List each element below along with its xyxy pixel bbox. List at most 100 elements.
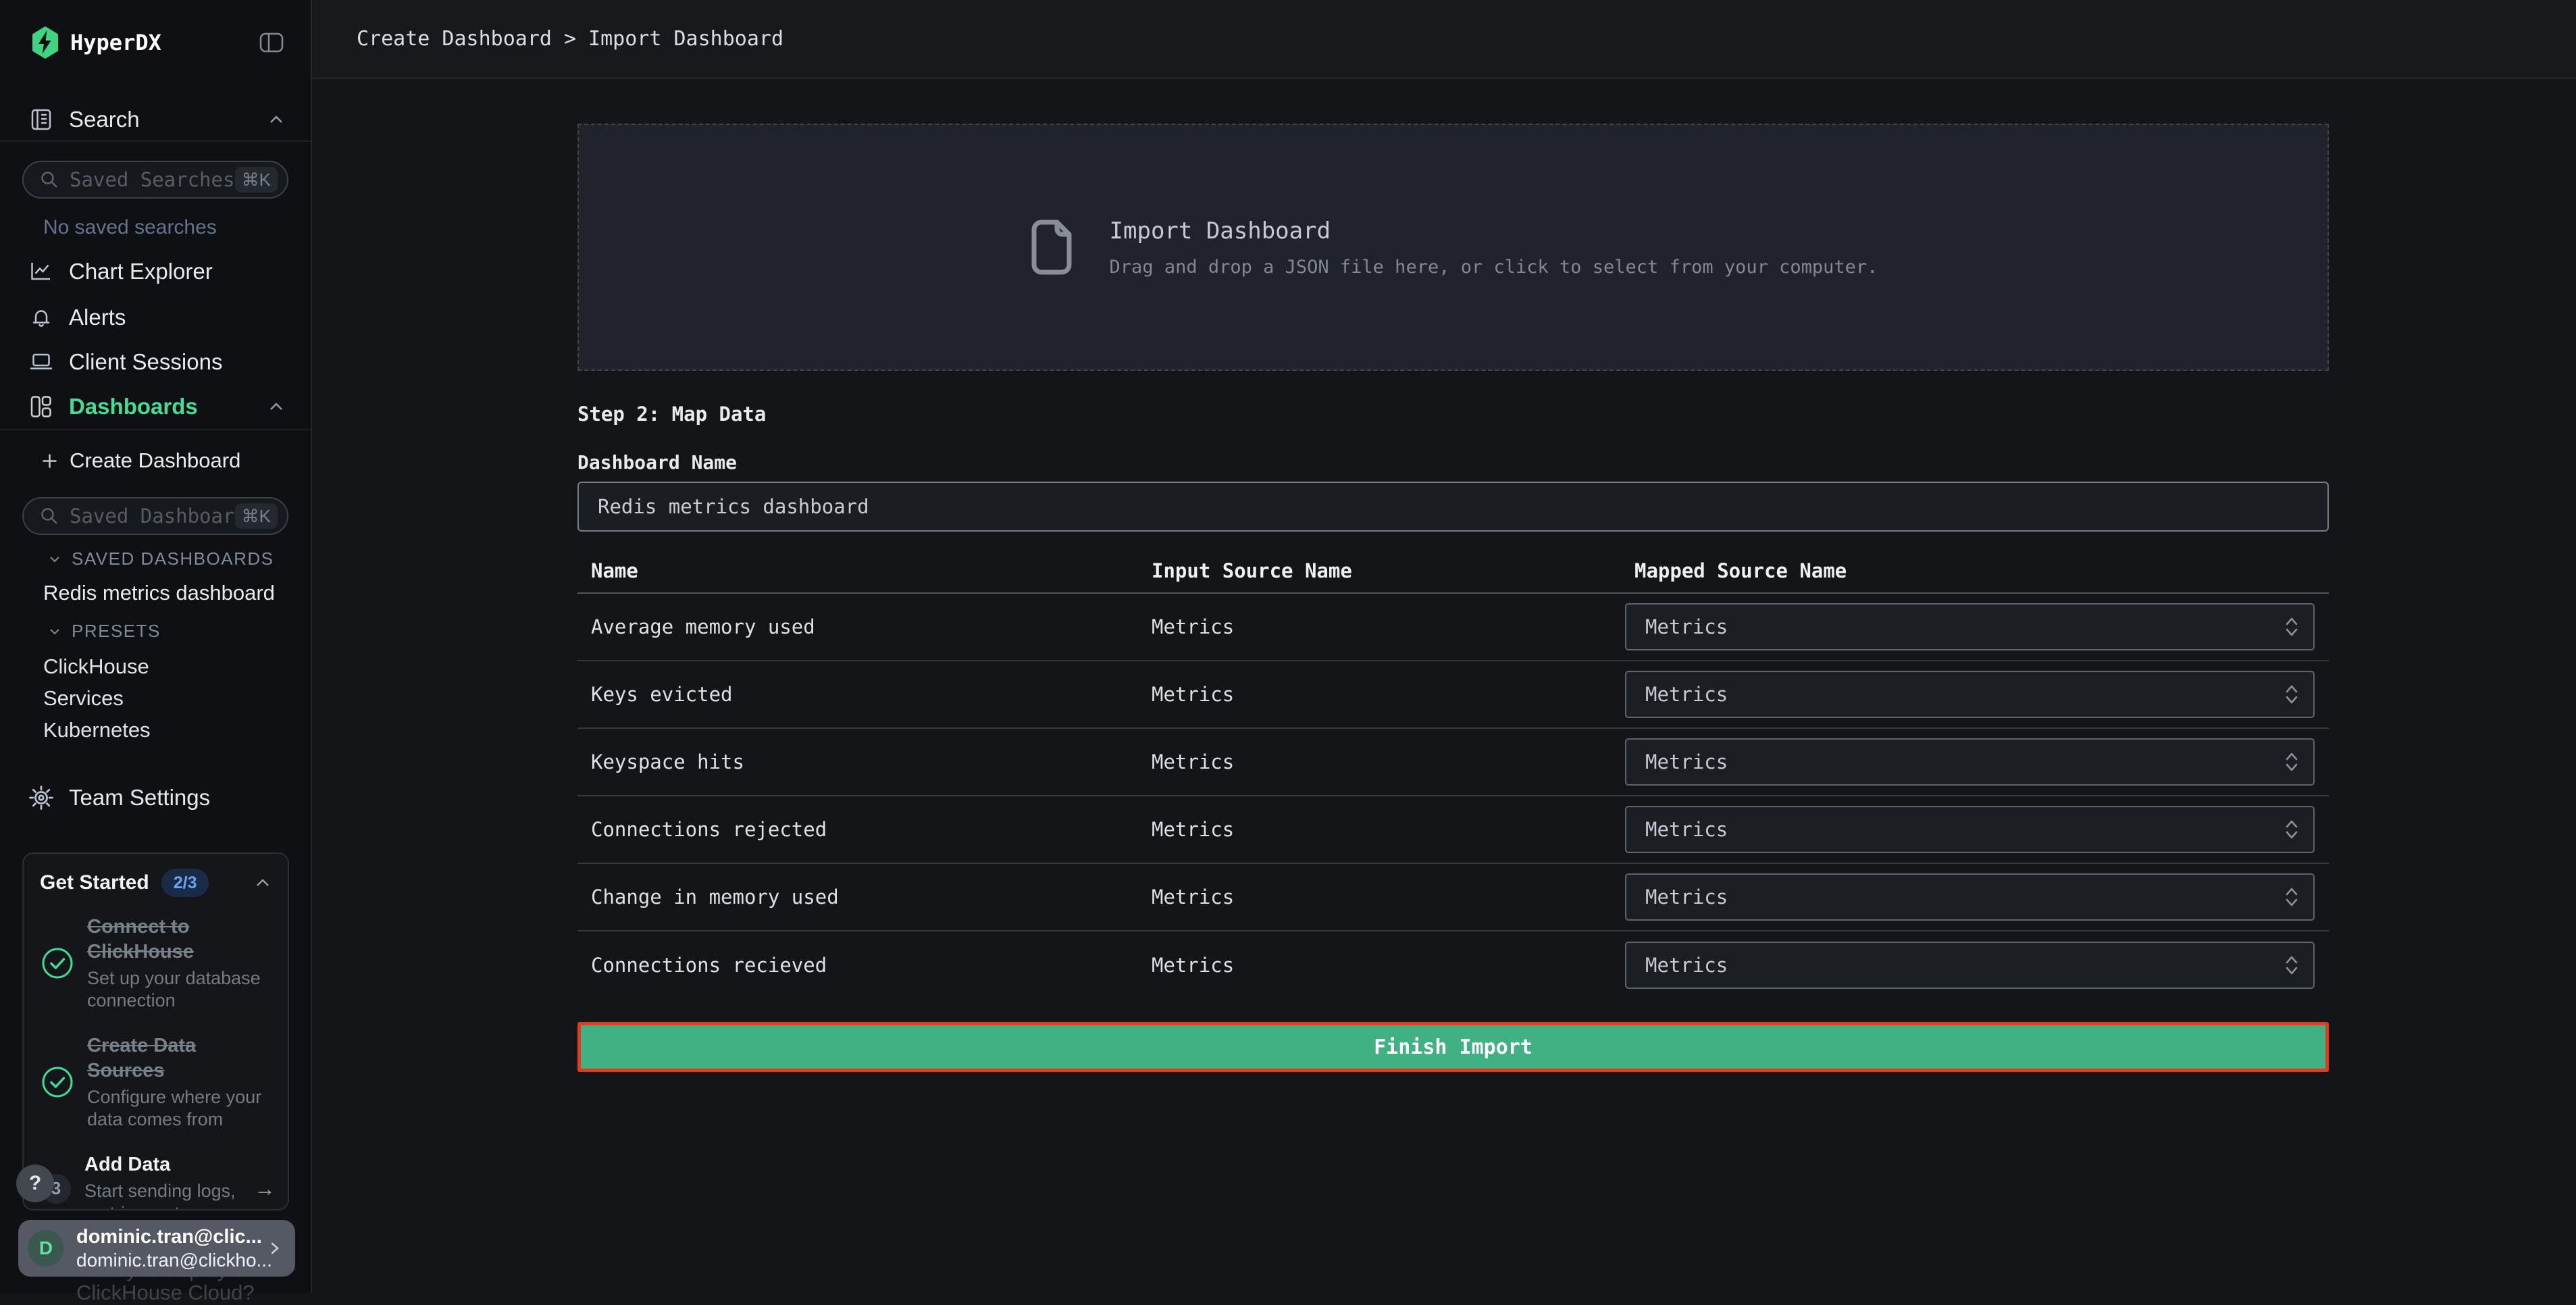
chevron-down-icon [47,624,62,639]
chart-name: Keys evicted [591,683,1152,706]
breadcrumb-create-dashboard[interactable]: Create Dashboard [357,27,552,51]
table-row: Connections recieved Metrics Metrics [577,931,2329,999]
get-started-step-sources[interactable]: Create Data Sources Configure where your… [24,1033,288,1131]
chevron-down-icon [47,552,62,567]
help-label: ? [29,1172,41,1195]
client-sessions-label: Client Sessions [69,349,222,375]
chevron-up-icon[interactable] [267,398,285,415]
file-icon [1029,218,1075,276]
mapped-source-select[interactable]: Metrics [1625,873,2315,921]
sidebar-collapse-icon[interactable] [258,29,285,56]
step-desc: Start sending logs, metrics, or traces [84,1180,270,1210]
saved-searches-input[interactable] [70,168,235,191]
plus-icon [41,452,59,470]
saved-searches-search[interactable]: ⌘K [22,161,288,199]
chart-name: Connections rejected [591,818,1152,841]
sidebar-item-team-settings[interactable]: Team Settings [0,775,311,820]
input-source: Metrics [1152,954,1634,977]
input-source: Metrics [1152,615,1634,638]
get-started-panel: Get Started 2/3 Connect to ClickHouse Se… [22,852,289,1210]
cloud-promo-line2: ClickHouse Cloud? [76,1281,255,1305]
sidebar-item-create-dashboard[interactable]: Create Dashboard [0,440,311,481]
laptop-icon [28,349,54,375]
saved-dashboards-search[interactable]: ⌘K [22,497,288,535]
column-mapped-source: Mapped Source Name [1634,559,2329,582]
chart-explorer-label: Chart Explorer [69,259,213,284]
get-started-step-connect[interactable]: Connect to ClickHouse Set up your databa… [24,915,288,1012]
avatar: D [28,1230,64,1266]
input-source: Metrics [1152,750,1634,773]
sidebar-item-kubernetes[interactable]: Kubernetes [0,717,311,744]
select-chevrons-icon [2284,953,2300,977]
selected-value: Metrics [1645,750,1728,773]
chart-name: Keyspace hits [591,750,1152,773]
saved-dashboards-group-label: SAVED DASHBOARDS [72,548,274,569]
dashboards-label: Dashboards [69,394,198,419]
divider [0,429,311,430]
chart-name: Change in memory used [591,886,1152,909]
mapped-source-select[interactable]: Metrics [1625,942,2315,989]
logo-row: HyperDX [0,19,311,66]
json-dropzone[interactable]: Import Dashboard Drag and drop a JSON fi… [577,124,2329,371]
dropzone-subtitle: Drag and drop a JSON file here, or click… [1110,257,1878,278]
table-row: Keys evicted Metrics Metrics [577,661,2329,729]
create-dashboard-label: Create Dashboard [70,449,240,473]
step-title: Connect to ClickHouse [87,915,270,965]
finish-import-button[interactable]: Finish Import [577,1022,2329,1072]
search-icon [38,505,60,527]
arrow-right-icon: → [254,1176,276,1201]
chevron-up-icon[interactable] [254,874,272,892]
selected-value: Metrics [1645,683,1728,706]
presets-group-toggle[interactable]: PRESETS [47,621,161,642]
user-menu[interactable]: D dominic.tran@clic... dominic.tran@clic… [18,1220,295,1277]
check-circle-icon [41,1066,74,1098]
get-started-title: Get Started [40,871,149,894]
search-label: Search [69,107,140,132]
source-mapping-table: Name Input Source Name Mapped Source Nam… [577,549,2329,999]
user-email: dominic.tran@clickho... [76,1249,267,1272]
chevron-up-icon[interactable] [267,111,285,128]
step-heading: Step 2: Map Data [577,403,2576,426]
topbar: Create Dashboard>Import Dashboard [312,0,2576,79]
sidebar-item-redis-dashboard[interactable]: Redis metrics dashboard [0,580,311,607]
sidebar-item-dashboards[interactable]: Dashboards [0,384,311,429]
mapped-source-select[interactable]: Metrics [1625,671,2315,718]
breadcrumb: Create Dashboard>Import Dashboard [357,27,783,51]
column-input-source: Input Source Name [1152,559,1634,582]
select-chevrons-icon [2284,750,2300,774]
table-row: Average memory used Metrics Metrics [577,594,2329,661]
import-page: Import Dashboard Drag and drop a JSON fi… [312,124,2576,1072]
get-started-step-add-data[interactable]: 3 Add Data Start sending logs, metrics, … [24,1152,288,1210]
table-row: Change in memory used Metrics Metrics [577,864,2329,931]
team-settings-label: Team Settings [69,785,210,811]
sidebar-item-search[interactable]: Search [0,97,311,142]
presets-group-label: PRESETS [72,621,161,642]
column-name: Name [591,559,1152,582]
mapped-source-select[interactable]: Metrics [1625,806,2315,853]
user-name: dominic.tran@clic... [76,1225,267,1249]
step-desc: Configure where your data comes from [87,1086,270,1131]
dashboard-name-field[interactable] [577,482,2329,532]
gear-icon [28,785,54,811]
sidebar-item-alerts[interactable]: Alerts [0,295,311,340]
hyperdx-logo-icon [30,26,61,59]
help-button[interactable]: ? [16,1165,54,1202]
select-chevrons-icon [2284,817,2300,842]
app-title: HyperDX [70,30,161,55]
sidebar-item-services[interactable]: Services [0,685,311,712]
selected-value: Metrics [1645,818,1728,841]
select-chevrons-icon [2284,615,2300,639]
shortcut-badge: ⌘K [235,503,278,529]
dashboard-name-input[interactable] [598,495,2309,518]
sidebar-item-clickhouse[interactable]: ClickHouse [0,653,311,680]
input-source: Metrics [1152,886,1634,909]
input-source: Metrics [1152,683,1634,706]
breadcrumb-import-dashboard: Import Dashboard [588,27,783,51]
sidebar-item-client-sessions[interactable]: Client Sessions [0,340,311,384]
saved-dashboards-group-toggle[interactable]: SAVED DASHBOARDS [47,548,274,569]
mapped-source-select[interactable]: Metrics [1625,603,2315,650]
sidebar-item-chart-explorer[interactable]: Chart Explorer [0,249,311,294]
progress-badge: 2/3 [161,869,209,897]
mapped-source-select[interactable]: Metrics [1625,738,2315,786]
saved-dashboards-input[interactable] [70,505,235,528]
